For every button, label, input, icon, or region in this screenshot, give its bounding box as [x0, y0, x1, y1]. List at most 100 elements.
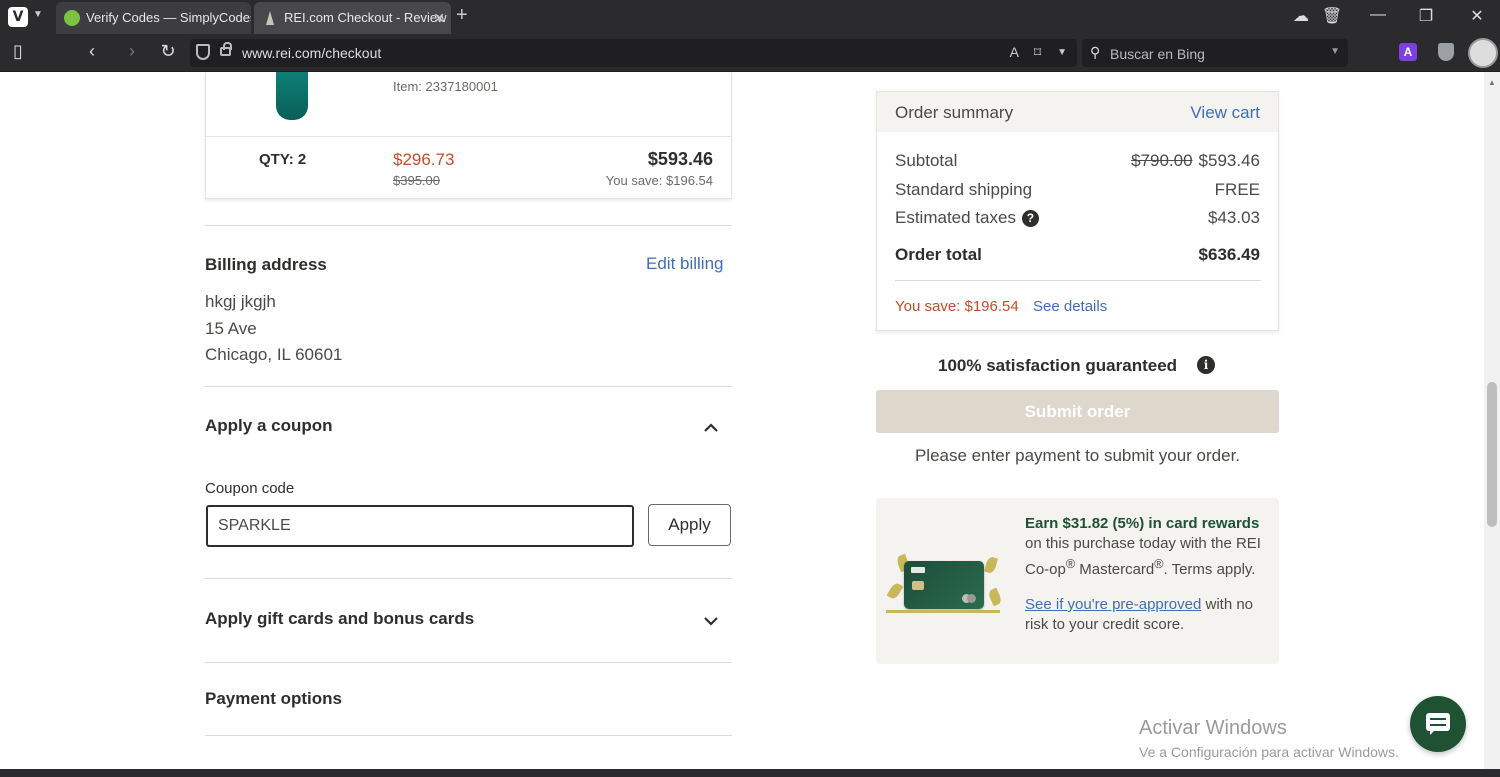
original-price: $395.00	[393, 173, 440, 188]
cloud-sync-icon[interactable]: ☁	[1289, 6, 1313, 26]
close-window-icon[interactable]: ✕	[1465, 6, 1489, 26]
extension-shield-icon[interactable]	[1438, 43, 1454, 61]
gift-cards-title[interactable]: Apply gift cards and bonus cards	[205, 609, 474, 629]
chevron-down-icon[interactable]	[701, 611, 721, 631]
simplycodes-favicon-icon	[64, 10, 80, 26]
shipping-label: Standard shipping	[895, 180, 1033, 199]
order-total-label: Order total	[895, 245, 982, 264]
item-number: Item: 2337180001	[393, 79, 498, 94]
windows-activation-subtitle: Ve a Configuración para activar Windows.	[1139, 744, 1399, 760]
page-scrollbar[interactable]: ▲	[1484, 72, 1500, 769]
you-save-text: You save: $196.54	[895, 298, 1019, 315]
translate-icon[interactable]: A	[1010, 44, 1019, 60]
pre-approved-link[interactable]: See if you're pre-approved	[1025, 596, 1201, 613]
forward-icon[interactable]: ›	[120, 41, 144, 62]
restore-icon[interactable]: ❐	[1414, 6, 1438, 26]
trash-icon[interactable]: 🗑	[1320, 6, 1344, 26]
credit-card-illustration	[886, 553, 1003, 615]
mastercard-image	[904, 561, 984, 609]
order-summary-card: Order summary View cart Subtotal $790.00…	[876, 91, 1279, 331]
promo-title: Earn $31.82 (5%) in card rewards	[1025, 515, 1260, 532]
checkout-page: Item: 2337180001 QTY: 2 $296.73 $395.00 …	[0, 72, 1484, 769]
billing-name: hkgj jkgjh	[205, 292, 276, 311]
coupon-code-label: Coupon code	[205, 480, 295, 497]
minimize-icon[interactable]: —	[1366, 6, 1390, 24]
edit-billing-link[interactable]: Edit billing	[646, 254, 724, 274]
info-icon[interactable]: i	[1197, 356, 1215, 374]
order-summary-header: Order summary View cart	[877, 92, 1278, 132]
reload-icon[interactable]: ↻	[156, 41, 180, 62]
chevron-up-icon[interactable]	[701, 418, 721, 438]
divider	[205, 386, 732, 387]
taxes-label: Estimated taxes	[895, 208, 1016, 227]
search-placeholder: Buscar en Bing	[1110, 46, 1205, 62]
divider	[895, 280, 1261, 281]
leaf-decoration	[886, 581, 904, 601]
taxes-label-row: Estimated taxes?	[895, 208, 1039, 228]
search-field[interactable]: ⚲ Buscar en Bing ▼	[1082, 39, 1348, 67]
taxes-value: $43.03	[1208, 208, 1260, 227]
url-text[interactable]: www.rei.com/checkout	[242, 45, 381, 61]
promo-paragraph-2: See if you're pre-approved with no risk …	[1025, 595, 1265, 635]
payment-note: Please enter payment to submit your orde…	[914, 446, 1241, 465]
chevron-down-icon[interactable]: ▼	[1330, 46, 1340, 57]
divider	[205, 225, 732, 226]
sidebar-toggle-icon[interactable]: ▯	[6, 41, 30, 62]
mastercard-logo-icon	[962, 594, 976, 603]
divider	[205, 735, 732, 736]
billing-address-title: Billing address	[205, 255, 327, 274]
chevron-down-icon[interactable]: ▼	[33, 9, 43, 20]
promo-paragraph-1: Earn $31.82 (5%) in card rewards on this…	[1025, 514, 1265, 580]
scroll-up-icon[interactable]: ▲	[1488, 78, 1496, 87]
tab-title: Verify Codes — SimplyCodes	[86, 10, 251, 25]
product-image[interactable]	[276, 72, 308, 120]
scrollbar-thumb[interactable]	[1487, 382, 1497, 527]
card-chip	[912, 581, 924, 590]
site-shield-icon[interactable]	[196, 44, 210, 60]
shipping-value: FREE	[1214, 180, 1260, 199]
submit-order-button[interactable]: Submit order	[876, 390, 1279, 433]
coupon-code-input[interactable]	[206, 505, 634, 547]
registered-mark: ®	[1154, 557, 1164, 571]
see-details-link[interactable]: See details	[1033, 298, 1107, 315]
item-quantity: QTY: 2	[259, 151, 307, 168]
apply-coupon-button[interactable]: Apply	[648, 504, 731, 546]
divider	[205, 578, 732, 579]
url-field[interactable]: www.rei.com/checkout A ⌑ ▼	[190, 39, 1077, 67]
tab-rei-checkout[interactable]: REI.com Checkout - Review ✕	[254, 2, 451, 34]
chevron-down-icon[interactable]: ▼	[1057, 47, 1067, 58]
back-icon[interactable]: ‹	[80, 41, 104, 62]
taskbar-strip	[0, 769, 1500, 777]
lock-icon[interactable]	[220, 42, 232, 56]
bookmark-icon[interactable]: ⌑	[1034, 44, 1041, 61]
vivaldi-menu-icon[interactable]: V	[8, 7, 28, 27]
browser-address-bar: ▯ ‹ › ↻ www.rei.com/checkout A ⌑ ▼ ⚲ Bus…	[0, 34, 1500, 72]
ground-line	[886, 610, 1000, 613]
leaf-decoration	[984, 555, 998, 575]
browser-tab-bar: V ▼ Verify Codes — SimplyCodes REI.com C…	[0, 0, 1500, 34]
chat-icon	[1430, 718, 1446, 726]
promo-text: Earn $31.82 (5%) in card rewards on this…	[1025, 514, 1265, 635]
rei-favicon-icon	[262, 10, 278, 26]
subtotal-label: Subtotal	[895, 151, 958, 170]
subtotal-discounted: $593.46	[1198, 151, 1260, 170]
search-icon: ⚲	[1090, 44, 1101, 60]
line-savings: You save: $196.54	[605, 173, 713, 188]
close-tab-icon[interactable]: ✕	[433, 2, 445, 34]
chat-button[interactable]	[1410, 696, 1466, 752]
card-logo	[911, 567, 925, 573]
question-icon[interactable]: ?	[1021, 210, 1039, 227]
sale-price: $296.73	[393, 150, 455, 169]
card-rewards-promo: Earn $31.82 (5%) in card rewards on this…	[876, 498, 1279, 664]
promo-body-3: . Terms apply.	[1163, 561, 1256, 578]
windows-activation-title: Activar Windows	[1139, 717, 1287, 739]
extension-a-icon[interactable]: A	[1399, 43, 1417, 61]
divider	[205, 662, 732, 663]
view-cart-link[interactable]: View cart	[1190, 103, 1260, 123]
registered-mark: ®	[1065, 557, 1076, 571]
promo-body-2: Mastercard	[1075, 561, 1155, 578]
new-tab-icon[interactable]: +	[456, 4, 468, 27]
tab-verify-codes[interactable]: Verify Codes — SimplyCodes	[56, 2, 251, 34]
profile-avatar[interactable]	[1468, 38, 1498, 68]
apply-coupon-title[interactable]: Apply a coupon	[205, 416, 333, 436]
